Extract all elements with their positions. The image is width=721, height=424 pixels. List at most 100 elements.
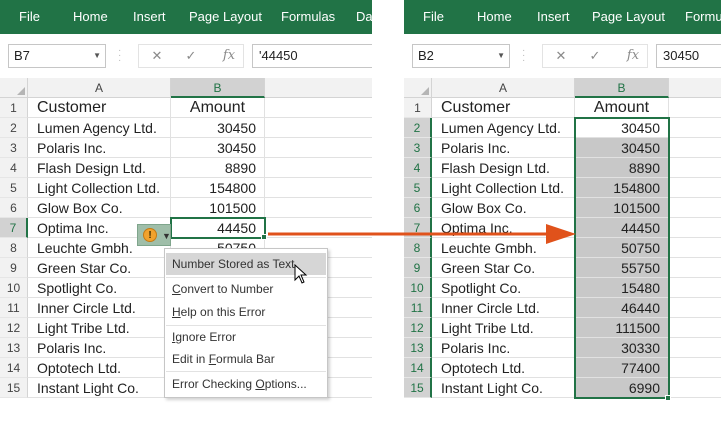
customer-cell[interactable]: Spotlight Co.: [432, 278, 575, 298]
customer-cell[interactable]: Light Collection Ltd.: [28, 178, 171, 198]
enter-icon[interactable]: ✓: [585, 45, 605, 67]
empty-cell[interactable]: [265, 118, 372, 138]
row-header[interactable]: 8: [0, 238, 28, 258]
tab-home[interactable]: Home: [73, 0, 108, 34]
row-header[interactable]: 10: [0, 278, 28, 298]
tab-home[interactable]: Home: [477, 0, 512, 34]
empty-cell[interactable]: [669, 258, 721, 278]
empty-cell[interactable]: [669, 378, 721, 398]
empty-cell[interactable]: [669, 178, 721, 198]
empty-cell[interactable]: [669, 338, 721, 358]
chevron-down-icon[interactable]: ▼: [93, 45, 101, 67]
row-header[interactable]: 13: [0, 338, 28, 358]
customer-cell[interactable]: Leuchte Gmbh.: [432, 238, 575, 258]
row-header[interactable]: 11: [0, 298, 28, 318]
row-header[interactable]: 11: [404, 298, 432, 318]
customer-cell[interactable]: Inner Circle Ltd.: [432, 298, 575, 318]
row-header[interactable]: 12: [0, 318, 28, 338]
customer-cell[interactable]: Optima Inc.: [432, 218, 575, 238]
customer-cell[interactable]: Glow Box Co.: [432, 198, 575, 218]
customer-cell[interactable]: Lumen Agency Ltd.: [28, 118, 171, 138]
customer-cell[interactable]: Light Tribe Ltd.: [432, 318, 575, 338]
resize-handle-icon[interactable]: · · ·: [118, 46, 122, 66]
customer-cell[interactable]: Flash Design Ltd.: [28, 158, 171, 178]
column-title-customer[interactable]: Customer: [28, 98, 171, 118]
row-header[interactable]: 5: [0, 178, 28, 198]
row-header[interactable]: 9: [404, 258, 432, 278]
tab-insert[interactable]: Insert: [537, 0, 570, 34]
empty-cell[interactable]: [265, 178, 372, 198]
name-box[interactable]: B7 ▼: [8, 44, 106, 68]
row-header[interactable]: 14: [404, 358, 432, 378]
column-header-c[interactable]: [669, 78, 721, 98]
customer-cell[interactable]: Polaris Inc.: [432, 138, 575, 158]
row-header[interactable]: 4: [0, 158, 28, 178]
amount-cell[interactable]: 77400: [575, 358, 669, 378]
row-header[interactable]: 8: [404, 238, 432, 258]
row-header[interactable]: 10: [404, 278, 432, 298]
column-header-a[interactable]: A: [28, 78, 171, 98]
customer-cell[interactable]: Polaris Inc.: [28, 138, 171, 158]
amount-cell[interactable]: 8890: [171, 158, 265, 178]
amount-cell[interactable]: 30450: [575, 118, 669, 138]
amount-cell[interactable]: 101500: [171, 198, 265, 218]
chevron-down-icon[interactable]: ▼: [497, 45, 505, 67]
empty-cell[interactable]: [265, 158, 372, 178]
row-header[interactable]: 14: [0, 358, 28, 378]
column-title-amount[interactable]: Amount: [575, 98, 669, 118]
column-header-c[interactable]: [265, 78, 372, 98]
row-header[interactable]: 2: [0, 118, 28, 138]
formula-input[interactable]: '44450: [252, 44, 372, 68]
customer-cell[interactable]: Light Collection Ltd.: [432, 178, 575, 198]
column-header-b[interactable]: B: [171, 78, 265, 98]
error-check-button[interactable]: ! ▼: [137, 224, 171, 246]
amount-cell[interactable]: 101500: [575, 198, 669, 218]
row-header[interactable]: 13: [404, 338, 432, 358]
customer-cell[interactable]: Instant Light Co.: [28, 378, 171, 398]
empty-cell[interactable]: [669, 318, 721, 338]
column-title-amount[interactable]: Amount: [171, 98, 265, 118]
customer-cell[interactable]: Polaris Inc.: [432, 338, 575, 358]
row-header[interactable]: 15: [0, 378, 28, 398]
fill-handle[interactable]: [665, 395, 671, 401]
amount-cell[interactable]: 44450: [575, 218, 669, 238]
amount-cell[interactable]: 44450: [171, 218, 265, 238]
tab-page-layout[interactable]: Page Layout: [592, 0, 665, 34]
amount-cell[interactable]: 30450: [171, 118, 265, 138]
empty-cell[interactable]: [265, 198, 372, 218]
amount-cell[interactable]: 111500: [575, 318, 669, 338]
customer-cell[interactable]: Green Star Co.: [432, 258, 575, 278]
amount-cell[interactable]: 154800: [575, 178, 669, 198]
cancel-icon[interactable]: ✕: [147, 45, 167, 67]
amount-cell[interactable]: 55750: [575, 258, 669, 278]
insert-function-icon[interactable]: fx: [219, 45, 239, 67]
customer-cell[interactable]: Green Star Co.: [28, 258, 171, 278]
name-box[interactable]: B2 ▼: [412, 44, 510, 68]
customer-cell[interactable]: Instant Light Co.: [432, 378, 575, 398]
customer-cell[interactable]: Polaris Inc.: [28, 338, 171, 358]
tab-insert[interactable]: Insert: [133, 0, 166, 34]
menu-item-error-checking-options[interactable]: Error Checking Options...: [166, 373, 326, 395]
amount-cell[interactable]: 6990: [575, 378, 669, 398]
row-header[interactable]: 7: [0, 218, 28, 238]
column-header-b[interactable]: B: [575, 78, 669, 98]
row-header[interactable]: 3: [0, 138, 28, 158]
tab-file[interactable]: File: [19, 0, 40, 34]
row-header[interactable]: 6: [0, 198, 28, 218]
empty-cell[interactable]: [669, 278, 721, 298]
formula-input[interactable]: 30450: [656, 44, 721, 68]
tab-page-layout[interactable]: Page Layout: [189, 0, 262, 34]
row-header[interactable]: 12: [404, 318, 432, 338]
amount-cell[interactable]: 8890: [575, 158, 669, 178]
empty-cell[interactable]: [669, 158, 721, 178]
empty-cell[interactable]: [669, 238, 721, 258]
empty-cell[interactable]: [669, 98, 721, 118]
customer-cell[interactable]: Light Tribe Ltd.: [28, 318, 171, 338]
tab-formulas[interactable]: Formulas: [281, 0, 335, 34]
column-title-customer[interactable]: Customer: [432, 98, 575, 118]
resize-handle-icon[interactable]: · · ·: [522, 46, 526, 66]
row-header[interactable]: 6: [404, 198, 432, 218]
empty-cell[interactable]: [669, 298, 721, 318]
amount-cell[interactable]: 30330: [575, 338, 669, 358]
empty-cell[interactable]: [669, 118, 721, 138]
